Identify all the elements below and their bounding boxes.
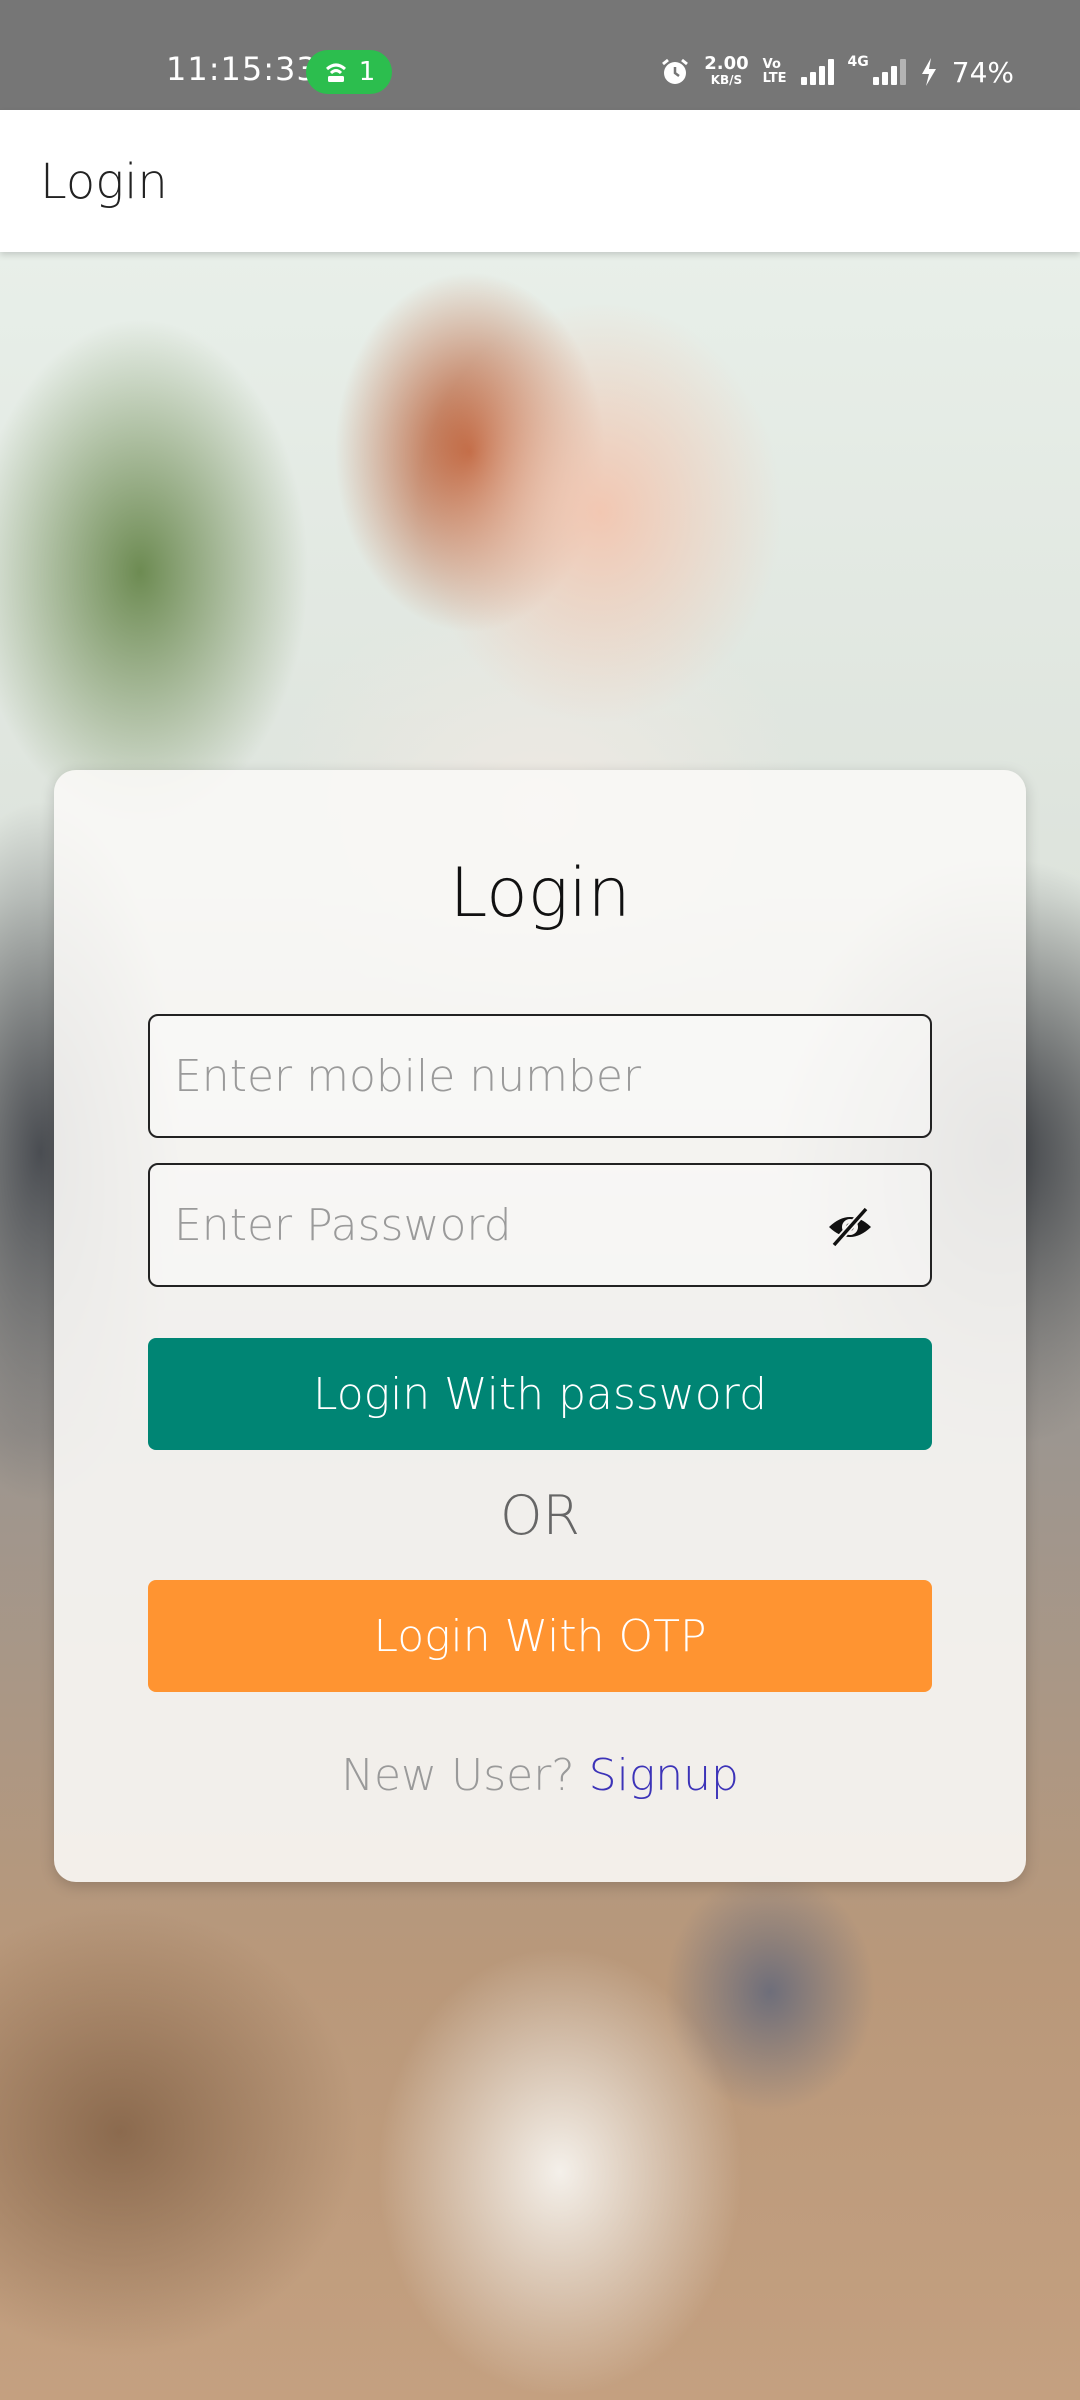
eye-off-icon[interactable] bbox=[826, 1205, 874, 1249]
app-bar: Login bbox=[0, 110, 1080, 252]
network-speed-unit: KB/S bbox=[710, 73, 743, 87]
status-time: 11:15:33 bbox=[166, 50, 318, 88]
signup-link[interactable]: Signup bbox=[589, 1750, 739, 1801]
signal-strength-sim2-icon bbox=[872, 59, 906, 85]
login-card-title: Login bbox=[449, 854, 631, 933]
hotspot-icon bbox=[325, 63, 346, 82]
new-user-prompt: New User? bbox=[341, 1750, 575, 1801]
signal-strength-icon bbox=[800, 59, 834, 85]
hotspot-indicator[interactable]: 1 bbox=[306, 50, 392, 94]
network-type: 4G bbox=[847, 54, 869, 70]
login-with-otp-button[interactable]: Login With OTP bbox=[148, 1580, 932, 1692]
network-speed: 2.00 KB/S bbox=[704, 53, 749, 88]
login-card: Login Login With password OR Login With … bbox=[54, 770, 1026, 1882]
status-icons: 2.00 KB/S Vo LTE 4G 74% bbox=[660, 50, 1014, 94]
hotspot-count: 1 bbox=[358, 57, 376, 87]
volte-indicator: Vo LTE bbox=[763, 58, 787, 86]
password-input[interactable] bbox=[150, 1165, 930, 1285]
network-speed-value: 2.00 bbox=[704, 53, 749, 74]
battery-level: 74% bbox=[951, 55, 1014, 89]
charging-icon bbox=[921, 58, 936, 86]
login-with-password-button[interactable]: Login With password bbox=[148, 1338, 932, 1450]
volte-bottom: LTE bbox=[762, 71, 787, 86]
mobile-number-input[interactable] bbox=[150, 1016, 930, 1136]
password-field[interactable] bbox=[148, 1163, 932, 1287]
signup-row: New User? Signup bbox=[54, 1750, 1026, 1801]
status-bar: 11:15:33 1 2.00 KB/S Vo LTE 4G 74% bbox=[0, 0, 1080, 110]
or-divider: OR bbox=[499, 1484, 581, 1547]
volte-top: Vo bbox=[762, 57, 781, 72]
mobile-number-field[interactable] bbox=[148, 1014, 932, 1138]
app-bar-title: Login bbox=[40, 154, 168, 210]
alarm-icon bbox=[662, 58, 689, 84]
